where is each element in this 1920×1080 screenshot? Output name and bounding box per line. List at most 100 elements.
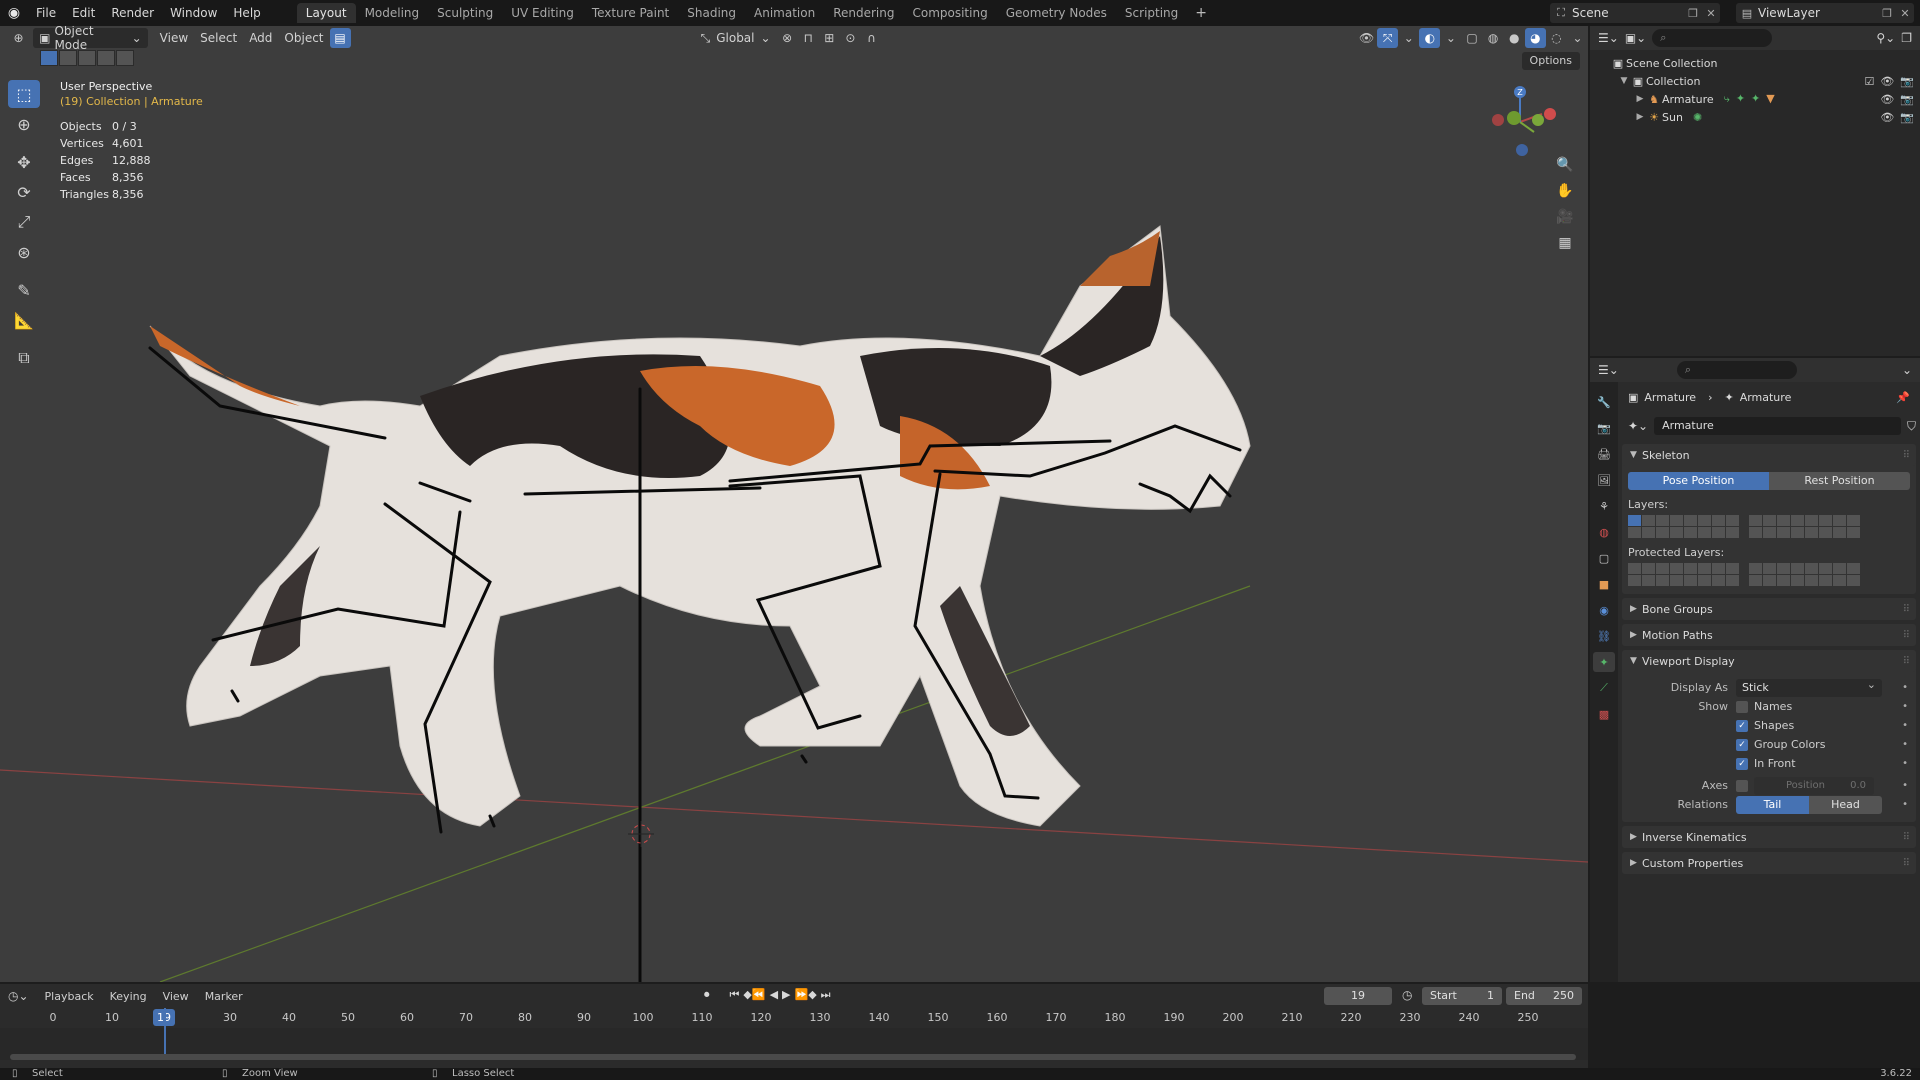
xray-icon[interactable]: ▢ (1462, 28, 1483, 48)
tab-modeling[interactable]: Modeling (356, 3, 429, 23)
menu-select[interactable]: Select (194, 28, 243, 48)
shapes-checkbox[interactable]: ✓ (1736, 719, 1748, 732)
perspective-toggle-icon[interactable]: ▦ (1552, 230, 1578, 256)
camera-icon[interactable]: 📷 (1900, 111, 1914, 124)
output-tab-icon[interactable]: 🖨 (1593, 444, 1615, 464)
keyframe-dot-icon[interactable]: • (1902, 720, 1908, 731)
gizmo-toggle-icon[interactable]: ⤧ (1377, 28, 1399, 48)
timeline-scrollbar[interactable] (10, 1054, 1576, 1060)
keyframe-dot-icon[interactable]: • (1902, 682, 1908, 693)
play-reverse-icon[interactable]: ◀ (770, 988, 778, 1002)
cursor-icon[interactable]: ⊕ (8, 110, 40, 138)
mode-dropdown[interactable]: ▣ Object Mode ⌄ (33, 26, 148, 52)
editor-type-icon[interactable]: ☰⌄ (1598, 363, 1619, 377)
play-icon[interactable]: ▶ (782, 988, 790, 1002)
view-layer-tab-icon[interactable]: 🖼 (1593, 470, 1615, 490)
end-frame-field[interactable]: End 250 (1506, 987, 1582, 1005)
editor-type-icon[interactable]: ☰⌄ (1598, 31, 1619, 45)
filter-icon[interactable]: ⚲⌄ (1876, 31, 1895, 45)
blender-logo-icon[interactable]: ◉ (0, 0, 28, 26)
group-colors-checkbox[interactable]: ✓ (1736, 738, 1748, 751)
scene-tab-icon[interactable]: ⚘ (1593, 496, 1615, 516)
world-tab-icon[interactable]: ◍ (1593, 522, 1615, 542)
menu-edit[interactable]: Edit (64, 0, 103, 26)
eye-icon[interactable]: 👁 (1880, 111, 1894, 124)
drag-handle-icon[interactable]: ⠿ (1903, 450, 1910, 461)
expand-arrow-icon[interactable]: ▼ (1618, 76, 1630, 86)
rendered-shading-icon[interactable]: ◌ (1546, 28, 1567, 48)
outliner-row-armature[interactable]: ▶ ♞ Armature ⤷ ✦ ✦ ▼ 👁 📷 (1590, 90, 1920, 108)
menu-marker[interactable]: Marker (197, 990, 251, 1003)
protected-layers-grid[interactable] (1628, 563, 1910, 586)
keyframe-dot-icon[interactable]: • (1902, 701, 1908, 712)
menu-window[interactable]: Window (162, 0, 225, 26)
drag-handle-icon[interactable]: ⠿ (1903, 656, 1910, 667)
head-button[interactable]: Head (1809, 795, 1882, 814)
texture-tab-icon[interactable]: ▩ (1593, 704, 1615, 724)
chevron-down-icon[interactable]: ⌄ (1440, 28, 1461, 48)
names-checkbox[interactable] (1736, 700, 1748, 713)
menu-keying[interactable]: Keying (102, 990, 155, 1003)
add-workspace-button[interactable]: + (1187, 5, 1215, 21)
material-shading-icon[interactable]: ◕ (1524, 28, 1546, 48)
playhead-line[interactable] (164, 1008, 166, 1060)
preview-range-clock-icon[interactable]: ◷ (1402, 988, 1412, 1002)
frame-ruler[interactable]: 0 10 19 30 40 50 60 70 80 90 100 110 120… (0, 1008, 1588, 1028)
chevron-down-icon[interactable]: ⌄ (1902, 363, 1912, 377)
tab-shading[interactable]: Shading (678, 3, 745, 23)
solid-shading-icon[interactable]: ● (1504, 28, 1525, 48)
panel-bone-groups-header[interactable]: ▶ Bone Groups ⠿ (1622, 598, 1916, 620)
display-as-dropdown[interactable]: Stick (1736, 676, 1882, 697)
current-frame-field[interactable]: 19 (1324, 987, 1392, 1005)
tab-compositing[interactable]: Compositing (903, 3, 996, 23)
render-tab-icon[interactable]: 📷 (1593, 418, 1615, 438)
drag-handle-icon[interactable]: ⠿ (1903, 604, 1910, 615)
editor-type-icon[interactable]: ⊕ (8, 28, 29, 48)
properties-search-input[interactable]: ⌕ (1676, 361, 1797, 379)
overlay-toggle-icon[interactable]: ◐ (1419, 28, 1441, 48)
prev-keyframe-icon[interactable]: ◆⏪ (743, 988, 765, 1002)
proportional-edit-icon[interactable]: ⊙ (840, 28, 861, 48)
panel-inverse-kinematics-header[interactable]: ▶ Inverse Kinematics ⠿ (1622, 826, 1916, 848)
record-icon[interactable]: ⏺ (704, 988, 710, 1002)
select-extend-icon[interactable] (59, 50, 77, 66)
select-invert-icon[interactable] (97, 50, 115, 66)
bone-layers-grid[interactable] (1628, 515, 1910, 538)
panel-motion-paths-header[interactable]: ▶ Motion Paths ⠿ (1622, 624, 1916, 646)
camera-icon[interactable]: 📷 (1900, 75, 1914, 88)
start-frame-field[interactable]: Start 1 (1422, 987, 1502, 1005)
editor-type-icon[interactable]: ◷⌄ (0, 989, 37, 1003)
menu-render[interactable]: Render (103, 0, 162, 26)
toolbar-toggle-icon[interactable]: ▤ (329, 28, 351, 48)
tab-layout[interactable]: Layout (296, 3, 356, 23)
next-keyframe-icon[interactable]: ⏩◆ (795, 988, 817, 1002)
datablock-selector[interactable]: ✦⌄ Armature ⛉ (1622, 416, 1916, 436)
tab-sculpting[interactable]: Sculpting (428, 3, 502, 23)
scene-selector[interactable]: ⛶ Scene ❐ ✕ (1550, 3, 1720, 23)
rotate-icon[interactable]: ⟳ (8, 178, 40, 206)
jump-end-icon[interactable]: ⏭ (821, 988, 831, 1002)
checkbox-icon[interactable]: ☑ (1864, 75, 1874, 88)
armature-data-icon[interactable]: ✦⌄ (1628, 419, 1648, 433)
move-icon[interactable]: ✥ (8, 148, 40, 176)
transform-icon[interactable]: ⊛ (8, 238, 40, 266)
select-subtract-icon[interactable] (78, 50, 96, 66)
snap-icon[interactable]: ⊓ (798, 28, 819, 48)
pan-hand-icon[interactable]: ✋ (1552, 178, 1578, 204)
menu-help[interactable]: Help (225, 0, 268, 26)
new-scene-icon[interactable]: ❐ (1684, 7, 1702, 20)
menu-view[interactable]: View (154, 28, 194, 48)
axes-checkbox[interactable] (1736, 779, 1748, 792)
tail-button[interactable]: Tail (1736, 795, 1809, 814)
options-dropdown[interactable]: Options (1521, 52, 1580, 70)
delete-view-layer-icon[interactable]: ✕ (1896, 7, 1914, 20)
menu-object[interactable]: Object (278, 28, 329, 48)
armature-data-tab-icon[interactable]: ✦ (1593, 652, 1615, 672)
display-mode-icon[interactable]: ▣⌄ (1625, 31, 1646, 45)
keyframe-dot-icon[interactable]: • (1902, 739, 1908, 750)
bone-tab-icon[interactable]: ⟋ (1593, 678, 1615, 698)
outliner-row-collection[interactable]: ▼ ▣ Collection ☑ 👁 📷 (1590, 72, 1920, 90)
outliner-row-scene-collection[interactable]: ▣ Scene Collection (1590, 54, 1920, 72)
object-tab-icon[interactable]: ■ (1593, 574, 1615, 594)
transform-orientation-dropdown[interactable]: ⤡ Global ⌄ (695, 28, 777, 48)
